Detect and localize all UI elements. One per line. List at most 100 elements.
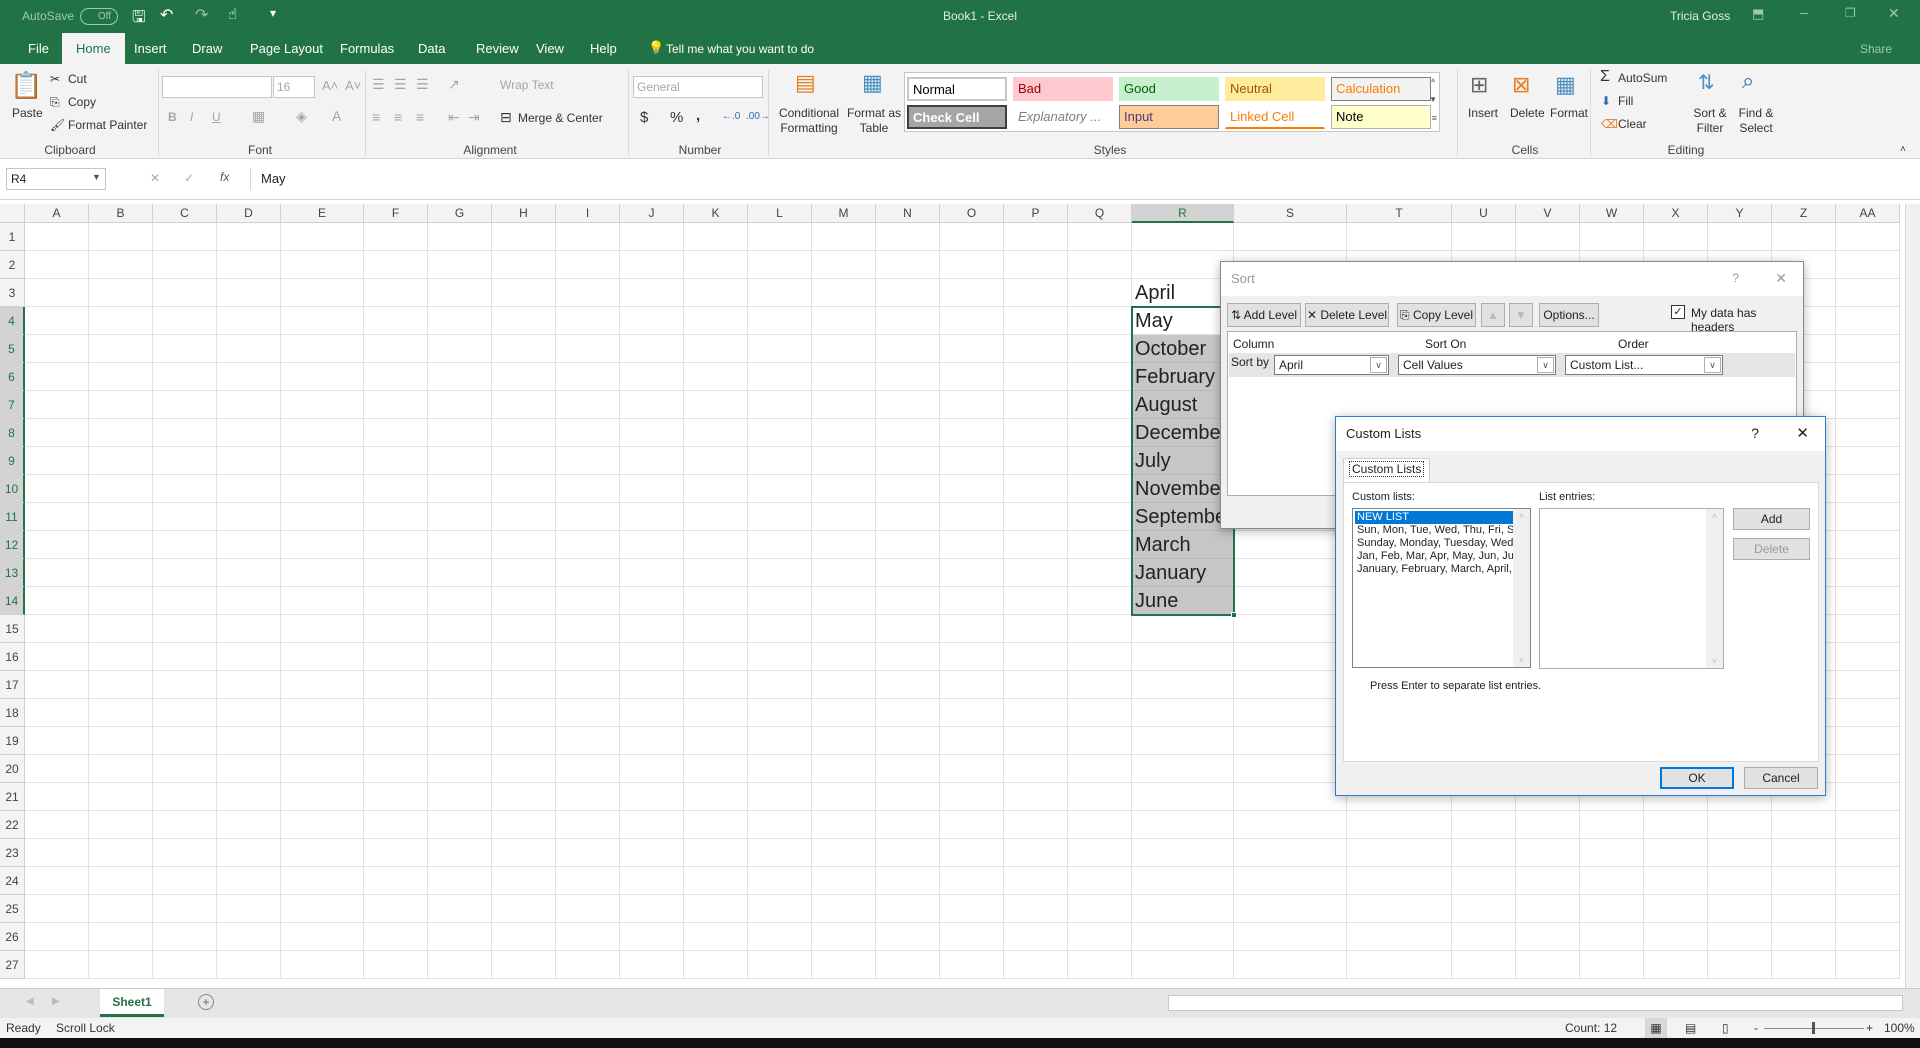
cell-B19[interactable] — [89, 727, 153, 755]
cell-A14[interactable] — [25, 587, 89, 615]
cell-B12[interactable] — [89, 531, 153, 559]
cell-D8[interactable] — [217, 419, 281, 447]
cell-B20[interactable] — [89, 755, 153, 783]
cell-X27[interactable] — [1644, 951, 1708, 979]
cell-B6[interactable] — [89, 363, 153, 391]
tab-custom-lists[interactable]: Custom Lists — [1343, 458, 1431, 482]
cell-P6[interactable] — [1004, 363, 1068, 391]
column-header-A[interactable]: A — [25, 204, 89, 223]
cell-E4[interactable] — [281, 307, 364, 335]
cell-style-normal[interactable]: Normal — [907, 77, 1007, 101]
cell-J5[interactable] — [620, 335, 684, 363]
cell-B21[interactable] — [89, 783, 153, 811]
row-header-7[interactable]: 7 — [0, 391, 25, 419]
cell-M21[interactable] — [812, 783, 876, 811]
cell-I5[interactable] — [556, 335, 620, 363]
delete-cells-button[interactable]: Delete — [1510, 106, 1545, 120]
cell-AA6[interactable] — [1836, 363, 1900, 391]
cell-A13[interactable] — [25, 559, 89, 587]
delete-cells-icon[interactable]: ⊠ — [1512, 72, 1530, 98]
cell-A3[interactable] — [25, 279, 89, 307]
cell-AA23[interactable] — [1836, 839, 1900, 867]
cell-Q27[interactable] — [1068, 951, 1132, 979]
row-header-17[interactable]: 17 — [0, 671, 25, 699]
cell-C11[interactable] — [153, 503, 217, 531]
cell-AA7[interactable] — [1836, 391, 1900, 419]
cell-P14[interactable] — [1004, 587, 1068, 615]
cell-F24[interactable] — [364, 867, 428, 895]
row-header-19[interactable]: 19 — [0, 727, 25, 755]
format-cells-button[interactable]: Format — [1550, 106, 1588, 120]
cell-H9[interactable] — [492, 447, 556, 475]
entries-scrollbar[interactable]: ˄ ˅ — [1706, 509, 1723, 668]
cell-C7[interactable] — [153, 391, 217, 419]
cell-P8[interactable] — [1004, 419, 1068, 447]
cancel-button[interactable]: Cancel — [1744, 767, 1818, 789]
cell-H12[interactable] — [492, 531, 556, 559]
cell-B25[interactable] — [89, 895, 153, 923]
page-layout-view-icon[interactable]: ▤ — [1685, 1018, 1696, 1038]
column-header-Y[interactable]: Y — [1708, 204, 1772, 223]
cell-P25[interactable] — [1004, 895, 1068, 923]
cell-AA16[interactable] — [1836, 643, 1900, 671]
cell-E18[interactable] — [281, 699, 364, 727]
row-header-3[interactable]: 3 — [0, 279, 25, 307]
cell-L16[interactable] — [748, 643, 812, 671]
cell-S22[interactable] — [1234, 811, 1347, 839]
formula-input[interactable]: May — [250, 168, 1900, 190]
cell-D11[interactable] — [217, 503, 281, 531]
cell-D20[interactable] — [217, 755, 281, 783]
format-painter-icon[interactable]: 🖌 — [50, 118, 65, 132]
cell-A26[interactable] — [25, 923, 89, 951]
cell-A5[interactable] — [25, 335, 89, 363]
cell-K21[interactable] — [684, 783, 748, 811]
cell-S20[interactable] — [1234, 755, 1347, 783]
cell-Y26[interactable] — [1708, 923, 1772, 951]
cell-P10[interactable] — [1004, 475, 1068, 503]
cell-O20[interactable] — [940, 755, 1004, 783]
cell-F5[interactable] — [364, 335, 428, 363]
decrease-indent-icon[interactable]: ⇤ — [448, 109, 460, 126]
cell-B15[interactable] — [89, 615, 153, 643]
cell-B5[interactable] — [89, 335, 153, 363]
cell-D12[interactable] — [217, 531, 281, 559]
tab-draw[interactable]: Draw — [182, 33, 232, 64]
cell-D18[interactable] — [217, 699, 281, 727]
customize-toolbar-icon[interactable]: ▾ — [270, 6, 276, 20]
cell-L6[interactable] — [748, 363, 812, 391]
cell-O8[interactable] — [940, 419, 1004, 447]
cell-C9[interactable] — [153, 447, 217, 475]
cell-L15[interactable] — [748, 615, 812, 643]
cell-M2[interactable] — [812, 251, 876, 279]
cell-C16[interactable] — [153, 643, 217, 671]
cell-H16[interactable] — [492, 643, 556, 671]
cell-R24[interactable] — [1132, 867, 1234, 895]
cell-F13[interactable] — [364, 559, 428, 587]
cell-N26[interactable] — [876, 923, 940, 951]
cell-U26[interactable] — [1452, 923, 1516, 951]
percent-button[interactable]: % — [670, 109, 683, 126]
cell-U22[interactable] — [1452, 811, 1516, 839]
cell-I15[interactable] — [556, 615, 620, 643]
cell-F20[interactable] — [364, 755, 428, 783]
cell-C23[interactable] — [153, 839, 217, 867]
cell-C21[interactable] — [153, 783, 217, 811]
cell-N17[interactable] — [876, 671, 940, 699]
cell-R2[interactable] — [1132, 251, 1234, 279]
copy-level-button[interactable]: ⎘ Copy Level — [1397, 303, 1476, 327]
gallery-down-icon[interactable]: ▼ — [1429, 95, 1437, 104]
cell-L13[interactable] — [748, 559, 812, 587]
cell-F2[interactable] — [364, 251, 428, 279]
cell-J15[interactable] — [620, 615, 684, 643]
cell-A27[interactable] — [25, 951, 89, 979]
cell-I12[interactable] — [556, 531, 620, 559]
cell-T23[interactable] — [1347, 839, 1452, 867]
cell-Q9[interactable] — [1068, 447, 1132, 475]
column-header-X[interactable]: X — [1644, 204, 1708, 223]
orientation-icon[interactable]: ↗ — [448, 76, 460, 93]
row-header-15[interactable]: 15 — [0, 615, 25, 643]
cell-H23[interactable] — [492, 839, 556, 867]
cell-H19[interactable] — [492, 727, 556, 755]
cell-B10[interactable] — [89, 475, 153, 503]
cell-J8[interactable] — [620, 419, 684, 447]
